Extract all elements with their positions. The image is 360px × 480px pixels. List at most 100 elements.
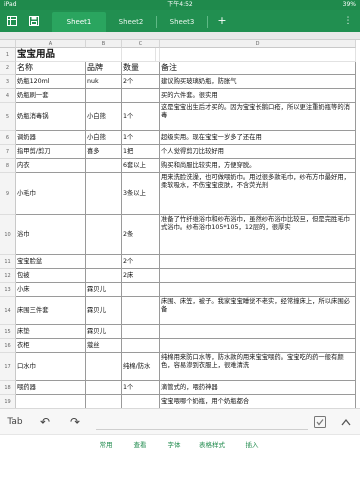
- save-icon[interactable]: [27, 10, 41, 32]
- table-header-cell[interactable]: 数量: [122, 62, 160, 75]
- select-all-corner[interactable]: [0, 40, 16, 48]
- row-header[interactable]: 15: [0, 325, 16, 339]
- confirm-icon[interactable]: [312, 409, 328, 435]
- table-cell[interactable]: 蔻丝: [86, 339, 122, 353]
- table-cell[interactable]: nuk: [86, 75, 122, 89]
- table-cell[interactable]: [122, 395, 160, 408]
- table-cell[interactable]: 调奶器: [16, 131, 86, 145]
- table-cell[interactable]: 小白熊: [86, 103, 122, 131]
- table-cell[interactable]: 这是宝宝出生后才买的。因为宝宝长鹅口疮，所以更注重奶瓶等的消毒: [160, 103, 356, 131]
- menu-common[interactable]: 常用: [94, 435, 118, 455]
- table-cell[interactable]: 奶瓶刷一套: [16, 89, 86, 103]
- table-header-cell[interactable]: 备注: [160, 62, 356, 75]
- table-cell[interactable]: [160, 48, 356, 62]
- table-header-cell[interactable]: 品牌: [86, 62, 122, 75]
- table-cell[interactable]: 2床: [122, 269, 160, 283]
- table-cell[interactable]: [122, 339, 160, 353]
- row-header[interactable]: 8: [0, 159, 16, 173]
- table-cell[interactable]: [86, 381, 122, 395]
- table-cell[interactable]: 喂药器: [16, 381, 86, 395]
- row-header[interactable]: 10: [0, 215, 16, 255]
- table-cell[interactable]: [160, 255, 356, 269]
- table-cell[interactable]: 霖贝儿: [86, 283, 122, 297]
- table-cell[interactable]: [86, 48, 122, 62]
- row-header[interactable]: 12: [0, 269, 16, 283]
- table-cell[interactable]: [122, 48, 160, 62]
- column-header[interactable]: C: [122, 40, 160, 48]
- row-header[interactable]: 9: [0, 173, 16, 215]
- table-cell[interactable]: 指甲剪/剪刀: [16, 145, 86, 159]
- column-header[interactable]: D: [160, 40, 356, 48]
- table-cell[interactable]: 霖贝儿: [86, 297, 122, 325]
- table-cell[interactable]: 2个: [122, 255, 160, 269]
- formula-bar[interactable]: [0, 32, 360, 40]
- row-header[interactable]: 14: [0, 297, 16, 325]
- menu-insert[interactable]: 插入: [240, 435, 264, 455]
- table-cell[interactable]: 超级实用。现在宝宝一岁多了还在用: [160, 131, 356, 145]
- table-cell[interactable]: 床垫: [16, 325, 86, 339]
- column-header[interactable]: B: [86, 40, 122, 48]
- spreadsheet-grid[interactable]: A B C D 1 宝宝用品 2 名称 品牌 数量 备注 3 奶瓶120ml nuk 2个 建议购买玻璃奶瓶，…: [0, 40, 360, 408]
- table-cell[interactable]: [122, 89, 160, 103]
- more-options-icon[interactable]: ⋮: [342, 10, 354, 32]
- table-cell[interactable]: 纯棉/防水: [122, 353, 160, 381]
- table-cell[interactable]: [16, 395, 86, 408]
- table-cell[interactable]: 1把: [122, 145, 160, 159]
- table-cell[interactable]: [160, 269, 356, 283]
- table-cell[interactable]: 小床: [16, 283, 86, 297]
- table-cell[interactable]: [86, 395, 122, 408]
- table-cell[interactable]: 床围三件套: [16, 297, 86, 325]
- table-cell[interactable]: 2条: [122, 215, 160, 255]
- table-cell[interactable]: [160, 339, 356, 353]
- table-cell[interactable]: 6套以上: [122, 159, 160, 173]
- row-header[interactable]: 5: [0, 103, 16, 131]
- table-cell[interactable]: 购买和尚服比较实用，方便穿脱。: [160, 159, 356, 173]
- chevron-up-icon[interactable]: [338, 409, 354, 435]
- row-header[interactable]: 11: [0, 255, 16, 269]
- table-cell[interactable]: 喜多: [86, 145, 122, 159]
- table-cell[interactable]: 1个: [122, 103, 160, 131]
- table-cell[interactable]: 买的六件套。很实用: [160, 89, 356, 103]
- tab-sheet3[interactable]: Sheet3: [157, 12, 207, 32]
- column-header[interactable]: A: [16, 40, 86, 48]
- row-header[interactable]: 4: [0, 89, 16, 103]
- table-cell[interactable]: [86, 159, 122, 173]
- back-grid-icon[interactable]: [4, 10, 20, 32]
- table-cell[interactable]: 滴管式的，喂药神器: [160, 381, 356, 395]
- table-cell[interactable]: 口水巾: [16, 353, 86, 381]
- table-cell[interactable]: 2个: [122, 75, 160, 89]
- table-cell[interactable]: [86, 89, 122, 103]
- table-cell[interactable]: [86, 269, 122, 283]
- table-cell[interactable]: 准备了竹纤维浴巾和纱布浴巾，虽然纱布浴巾比较旦，但是完胜毛巾式浴巾。纱布浴巾10…: [160, 215, 356, 255]
- tab-sheet1[interactable]: Sheet1: [52, 12, 106, 32]
- add-sheet-button[interactable]: +: [214, 10, 230, 32]
- table-cell[interactable]: 纯棉用来防口水等，防水款的用来宝宝喂药。宝宝吃的药一般有颜色，容易渗到衣服上，很…: [160, 353, 356, 381]
- table-cell[interactable]: 建议购买玻璃奶瓶，防胀气: [160, 75, 356, 89]
- menu-table-style[interactable]: 表格样式: [194, 435, 230, 455]
- row-header[interactable]: 1: [0, 48, 16, 62]
- table-cell[interactable]: 宝宝喂哪个奶瓶，用个奶瓶都合: [160, 395, 356, 408]
- table-cell[interactable]: 衣柜: [16, 339, 86, 353]
- cell-input-field[interactable]: [96, 409, 308, 435]
- table-cell[interactable]: 霖贝儿: [86, 325, 122, 339]
- table-cell[interactable]: [86, 353, 122, 381]
- redo-icon[interactable]: ↷: [66, 409, 84, 435]
- row-header[interactable]: 18: [0, 381, 16, 395]
- menu-font[interactable]: 字体: [162, 435, 186, 455]
- table-cell[interactable]: [122, 283, 160, 297]
- table-cell[interactable]: 个人觉得剪刀比较好用: [160, 145, 356, 159]
- table-cell[interactable]: 小毛巾: [16, 173, 86, 215]
- table-cell[interactable]: [160, 283, 356, 297]
- row-header[interactable]: 7: [0, 145, 16, 159]
- table-cell[interactable]: [86, 173, 122, 215]
- tab-key-button[interactable]: Tab: [4, 409, 26, 435]
- menu-view[interactable]: 查看: [128, 435, 152, 455]
- tab-sheet2[interactable]: Sheet2: [106, 12, 156, 32]
- table-cell[interactable]: [86, 255, 122, 269]
- table-cell[interactable]: 奶瓶120ml: [16, 75, 86, 89]
- table-header-cell[interactable]: 名称: [16, 62, 86, 75]
- table-cell[interactable]: 宝宝脸盆: [16, 255, 86, 269]
- table-cell[interactable]: 3条以上: [122, 173, 160, 215]
- table-cell[interactable]: 1个: [122, 381, 160, 395]
- table-cell[interactable]: [122, 297, 160, 325]
